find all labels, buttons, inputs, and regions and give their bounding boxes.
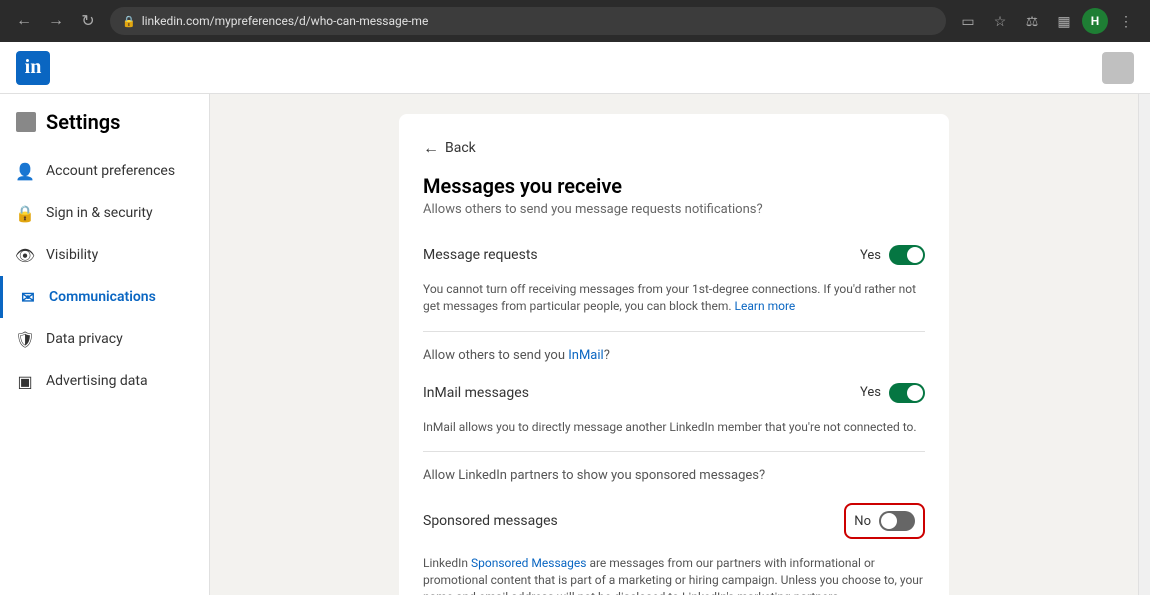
divider-2 [423, 451, 925, 452]
back-button[interactable]: ← [10, 7, 38, 35]
bookmark-button[interactable]: ☆ [986, 7, 1014, 35]
inmail-section-heading: Allow others to send you InMail? [423, 348, 925, 363]
settings-label: Settings [46, 110, 120, 134]
sidebar-item-communications[interactable]: ✉ Communications [0, 276, 209, 318]
message-requests-toggle-container: Yes [860, 245, 925, 265]
toggle-knob [881, 513, 897, 529]
address-bar[interactable]: 🔒 linkedin.com/mypreferences/d/who-can-m… [110, 7, 946, 35]
envelope-icon: ✉ [19, 288, 37, 306]
toggle-knob [907, 385, 923, 401]
sidebar-item-data-privacy[interactable]: 🛡 Data privacy [0, 318, 209, 360]
sponsored-info: LinkedIn Sponsored Messages are messages… [423, 555, 925, 595]
sidebar-item-account-preferences[interactable]: 👤 Account preferences [0, 150, 209, 192]
inmail-messages-row: InMail messages Yes [423, 375, 925, 411]
sponsored-toggle[interactable] [879, 511, 915, 531]
reload-button[interactable]: ↻ [74, 7, 102, 35]
sidebar-label-communications: Communications [49, 289, 156, 305]
inmail-toggle-container: Yes [860, 383, 925, 403]
browser-profile[interactable]: H [1082, 8, 1108, 34]
sponsored-messages-link[interactable]: Sponsored Messages [471, 556, 586, 570]
message-requests-row: Message requests Yes [423, 237, 925, 273]
inmail-toggle-label: Yes [860, 385, 881, 400]
settings-title: Settings [0, 110, 209, 150]
page-body: Settings 👤 Account preferences 🔒 Sign in… [0, 94, 1150, 595]
back-link[interactable]: ← Back [423, 138, 925, 158]
main-content: ← Back Messages you receive Allows other… [210, 94, 1138, 595]
sidebar-label-visibility: Visibility [46, 247, 98, 263]
sponsored-messages-row: Sponsored messages No [423, 495, 925, 547]
sponsored-toggle-label: No [854, 514, 871, 529]
browser-actions: ▭ ☆ ⚖ ▦ H ⋮ [954, 7, 1140, 35]
message-requests-label: Message requests [423, 247, 538, 263]
inmail-link[interactable]: InMail [568, 348, 603, 363]
menu-button[interactable]: ⋮ [1112, 7, 1140, 35]
sponsored-messages-label: Sponsored messages [423, 513, 558, 529]
lock-icon: 🔒 [122, 15, 136, 28]
divider-1 [423, 331, 925, 332]
sidebar-button[interactable]: ▦ [1050, 7, 1078, 35]
right-scrollbar[interactable] [1138, 94, 1150, 595]
browser-chrome: ← → ↻ 🔒 linkedin.com/mypreferences/d/who… [0, 0, 1150, 42]
shield-icon: 🛡 [16, 330, 34, 348]
card-title: Messages you receive [423, 174, 925, 198]
sidebar: Settings 👤 Account preferences 🔒 Sign in… [0, 94, 210, 595]
cast-button[interactable]: ▭ [954, 7, 982, 35]
sidebar-item-visibility[interactable]: 👁 Visibility [0, 234, 209, 276]
extensions-button[interactable]: ⚖ [1018, 7, 1046, 35]
eye-icon: 👁 [16, 246, 34, 264]
message-requests-info: You cannot turn off receiving messages f… [423, 281, 925, 315]
learn-more-link[interactable]: Learn more [735, 299, 796, 313]
user-avatar[interactable] [1102, 52, 1134, 84]
message-requests-toggle-label: Yes [860, 248, 881, 263]
toggle-knob [907, 247, 923, 263]
app-container: in Settings 👤 Account preferences 🔒 Sign… [0, 42, 1150, 595]
settings-icon [16, 112, 36, 132]
top-nav: in [0, 42, 1150, 94]
content-card: ← Back Messages you receive Allows other… [399, 114, 949, 595]
browser-nav-buttons: ← → ↻ [10, 7, 102, 35]
message-requests-toggle[interactable] [889, 245, 925, 265]
sidebar-item-sign-in-security[interactable]: 🔒 Sign in & security [0, 192, 209, 234]
card-subtitle: Allows others to send you message reques… [423, 202, 925, 217]
sidebar-label-data-privacy: Data privacy [46, 331, 123, 347]
sponsored-toggle-highlighted: No [844, 503, 925, 539]
sponsored-section-heading: Allow LinkedIn partners to show you spon… [423, 468, 925, 483]
inmail-info: InMail allows you to directly message an… [423, 419, 925, 436]
back-label: Back [445, 140, 476, 156]
sidebar-label-advertising-data: Advertising data [46, 373, 148, 389]
inmail-messages-label: InMail messages [423, 385, 529, 401]
lock-icon: 🔒 [16, 204, 34, 222]
forward-button[interactable]: → [42, 7, 70, 35]
back-arrow-icon: ← [423, 138, 439, 158]
sidebar-label-sign-in-security: Sign in & security [46, 205, 153, 221]
chart-icon: ▣ [16, 372, 34, 390]
inmail-toggle[interactable] [889, 383, 925, 403]
sidebar-item-advertising-data[interactable]: ▣ Advertising data [0, 360, 209, 402]
person-icon: 👤 [16, 162, 34, 180]
url-text: linkedin.com/mypreferences/d/who-can-mes… [142, 14, 429, 28]
linkedin-logo[interactable]: in [16, 51, 50, 85]
sidebar-label-account-preferences: Account preferences [46, 163, 175, 179]
